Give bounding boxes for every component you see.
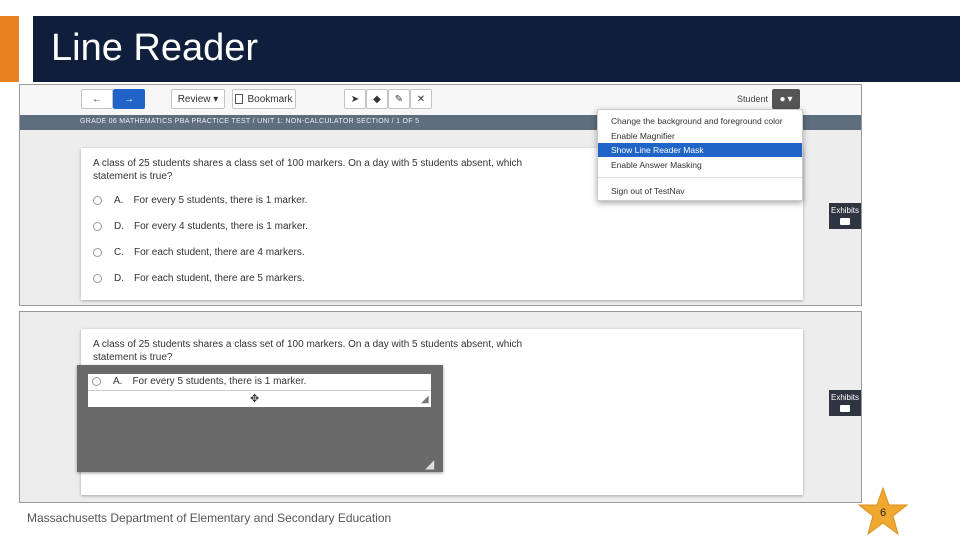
pointer-icon: ➤	[350, 93, 360, 105]
footer-text: Massachusetts Department of Elementary a…	[27, 511, 392, 525]
bookmark-label: Bookmark	[247, 93, 293, 105]
testnav-screenshot-line-reader: A class of 25 students shares a class se…	[19, 311, 862, 503]
testnav-screenshot-menu: ← → Review ▾ Bookmark ➤ ◆ ✎ ✕ Student ● ▾…	[19, 84, 862, 306]
next-button[interactable]: →	[113, 89, 145, 109]
exhibits-label: Exhibits	[830, 393, 859, 402]
radio-button[interactable]	[92, 377, 101, 386]
breadcrumb: GRADE 06 MATHEMATICS PBA PRACTICE TEST /…	[80, 118, 420, 125]
answer-option[interactable]: A. For every 5 students, there is 1 marke…	[93, 195, 307, 206]
exhibits-label: Exhibits	[830, 206, 859, 215]
user-dropdown-menu: Change the background and foreground col…	[597, 109, 803, 201]
menu-item-sign-out[interactable]: Sign out of TestNav	[598, 184, 802, 198]
student-label: Student	[737, 94, 769, 104]
line-reader-mask[interactable]: A. For every 5 students, there is 1 mark…	[77, 365, 443, 472]
back-button[interactable]: ←	[81, 89, 113, 109]
resize-handle-icon[interactable]: ◢	[421, 394, 429, 405]
chevron-down-icon: ▾	[787, 93, 793, 105]
highlighter-tool-button[interactable]: ✎	[388, 89, 410, 109]
question-text: A class of 25 students shares a class se…	[93, 339, 523, 363]
radio-button[interactable]	[93, 274, 102, 283]
user-icon: ●	[779, 93, 786, 105]
pointer-tool-button[interactable]: ➤	[344, 89, 366, 109]
menu-item-answer-masking[interactable]: Enable Answer Masking	[598, 158, 802, 172]
mask-resize-handle-icon[interactable]: ◢	[425, 457, 434, 471]
folder-icon	[840, 218, 850, 225]
answer-option[interactable]: A. For every 5 students, there is 1 mark…	[92, 376, 306, 387]
arrow-left-icon: ←	[92, 93, 102, 105]
exhibits-tab[interactable]: Exhibits	[829, 390, 861, 416]
folder-icon	[840, 405, 850, 412]
page-number: 6	[879, 507, 887, 519]
radio-button[interactable]	[93, 222, 102, 231]
answer-option[interactable]: D. For each student, there are 5 markers.	[93, 273, 305, 284]
line-reader-window: A. For every 5 students, there is 1 mark…	[88, 374, 431, 390]
answer-option[interactable]: D. For every 4 students, there is 1 marke…	[93, 221, 308, 232]
slide-title: Line Reader	[51, 27, 259, 69]
title-accent-bar	[0, 16, 19, 82]
radio-button[interactable]	[93, 248, 102, 257]
bookmark-icon	[235, 94, 244, 104]
move-icon[interactable]: ✥	[250, 392, 259, 405]
strikethrough-icon: ✕	[416, 93, 426, 105]
line-reader-handle-bar[interactable]: ✥ ◢	[88, 390, 431, 407]
radio-button[interactable]	[93, 196, 102, 205]
review-button[interactable]: Review ▾	[171, 89, 225, 109]
eraser-icon: ◆	[373, 93, 381, 105]
menu-item-show-line-reader[interactable]: Show Line Reader Mask	[598, 143, 802, 157]
exhibits-tab[interactable]: Exhibits	[829, 203, 861, 229]
menu-item-change-colors[interactable]: Change the background and foreground col…	[598, 114, 802, 128]
answer-option[interactable]: C. For each student, there are 4 markers.	[93, 247, 305, 258]
menu-divider	[598, 177, 802, 178]
strikethrough-tool-button[interactable]: ✕	[410, 89, 432, 109]
user-menu-button[interactable]: ● ▾	[772, 89, 800, 109]
arrow-right-icon: →	[124, 93, 134, 105]
eraser-tool-button[interactable]: ◆	[366, 89, 388, 109]
bookmark-button[interactable]: Bookmark	[232, 89, 296, 109]
highlighter-icon: ✎	[394, 93, 404, 105]
menu-item-enable-magnifier[interactable]: Enable Magnifier	[598, 129, 802, 143]
question-text: A class of 25 students shares a class se…	[93, 158, 523, 182]
